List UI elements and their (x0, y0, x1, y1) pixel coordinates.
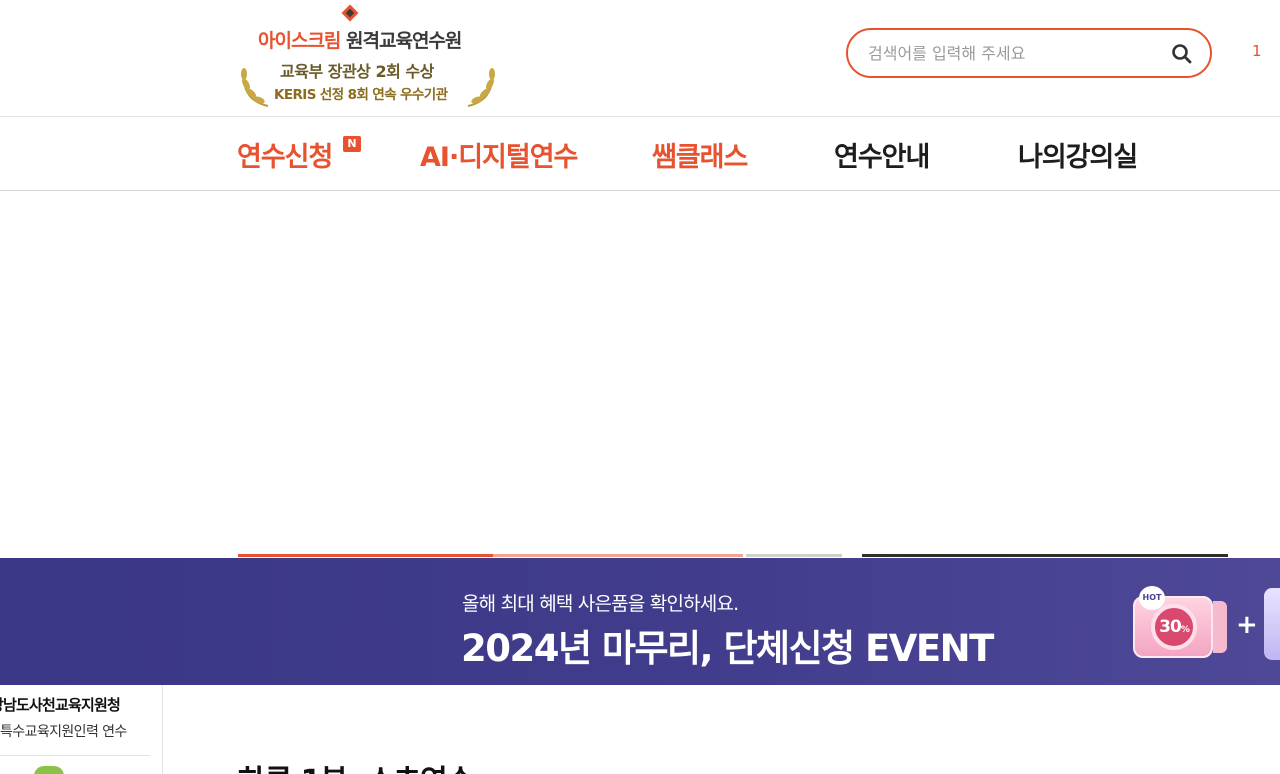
nav-item-ssaem-class[interactable]: 쌤클래스 (652, 135, 748, 174)
gift-percent-circle: 30% (1151, 604, 1197, 650)
search-icon[interactable] (1170, 42, 1194, 66)
gift-percent-unit: % (1180, 625, 1190, 635)
nav-item-ai-digital[interactable]: AI·디지털연수 (420, 135, 578, 174)
main-nav: 연수신청 N AI·디지털연수 쌤클래스 연수안내 나의강의실 (0, 116, 1280, 191)
side-panel: 상남도사천교육지원청 특수교육지원인력 연수 (0, 685, 163, 774)
award-line-2: KERIS 선정 8회 연속 우수기관 (274, 87, 448, 103)
side-divider (0, 755, 150, 756)
header-count[interactable]: 1 (1252, 42, 1262, 60)
plus-icon: + (1236, 610, 1258, 640)
logo-brand-name: 아이스크림 (258, 30, 341, 52)
side-desc[interactable]: 특수교육지원인력 연수 (0, 721, 127, 741)
site-header: 아이스크림 원격교육연수원 교육부 장관상 2회 수상 KERIS 선정 8회 … (0, 0, 1280, 116)
second-gift-image (1264, 588, 1280, 660)
laurel-left-icon (241, 68, 269, 107)
banner-title: 2024년 마무리, 단체신청 EVENT (461, 627, 994, 670)
search-input[interactable] (868, 41, 1158, 65)
event-banner[interactable]: 올해 최대 혜택 사은품을 확인하세요. 2024년 마무리, 단체신청 EVE… (0, 558, 1280, 685)
nav-item-my-classroom[interactable]: 나의강의실 (1018, 135, 1138, 174)
search-box (846, 28, 1212, 78)
gift-percent: 30 (1159, 617, 1182, 637)
side-title[interactable]: 상남도사천교육지원청 (0, 694, 121, 715)
hero-carousel (0, 191, 1280, 558)
leaf-icon (34, 766, 64, 774)
logo-brand-suffix: 원격교육연수원 (346, 30, 462, 52)
hot-tag: HOT (1139, 586, 1165, 610)
site-logo[interactable]: 아이스크림 원격교육연수원 교육부 장관상 2회 수상 KERIS 선정 8회 … (236, 2, 500, 110)
award-line-1: 교육부 장관상 2회 수상 (280, 62, 434, 81)
logo-brand: 아이스크림 원격교육연수원 (258, 26, 462, 53)
laurel-right-icon (467, 68, 495, 107)
logo-mark-icon (341, 4, 359, 22)
section-title: 하루 1분, 소초연수 (238, 756, 474, 774)
gift-box-side (1213, 601, 1227, 653)
new-badge: N (343, 136, 361, 152)
nav-item-training-apply[interactable]: 연수신청 (237, 135, 333, 174)
banner-subtitle: 올해 최대 혜택 사은품을 확인하세요. (462, 593, 739, 615)
nav-item-training-guide[interactable]: 연수안내 (834, 135, 930, 174)
